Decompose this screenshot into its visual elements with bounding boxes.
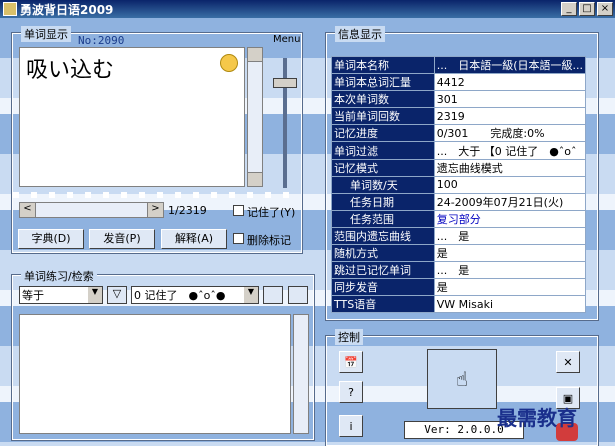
- info-value[interactable]: 4412: [433, 73, 587, 92]
- info-row: TTS语音 VW Misaki: [331, 295, 587, 314]
- info-key: 同步发音: [331, 278, 435, 297]
- info-value[interactable]: 24-2009年07月21日(火): [433, 192, 587, 211]
- practice-panel-title: 单词练习/检索: [21, 268, 97, 284]
- info-key: 单词本总词汇量: [331, 73, 435, 92]
- info-row: 单词数/天 100: [331, 175, 587, 194]
- watermark: 最需教育: [497, 406, 577, 430]
- info-value[interactable]: ... 是: [433, 226, 587, 246]
- info-key: 单词过滤: [331, 141, 435, 160]
- chevron-down-icon[interactable]: ▼: [88, 287, 102, 303]
- info-row: 单词过滤... 大于 【0 记住了 ●ˆoˆ: [331, 141, 587, 160]
- info-key: TTS语音: [331, 295, 435, 314]
- version-label: Ver: 2.0.0.0: [424, 423, 504, 436]
- info-icon[interactable]: i: [339, 415, 363, 437]
- info-value[interactable]: ... 日本語一級(日本語一級...: [433, 55, 587, 75]
- remembered-label: 记住了(Y): [247, 206, 296, 219]
- speak-button[interactable]: 发音(P): [89, 229, 155, 249]
- chevron-down-icon[interactable]: ▼: [244, 287, 258, 303]
- app-icon: [3, 2, 17, 16]
- info-value[interactable]: 是: [433, 278, 587, 297]
- speed-slider-thumb[interactable]: [273, 78, 297, 88]
- scroll-up-arrow-icon[interactable]: [248, 48, 262, 62]
- info-key: 跳过已记忆单词: [331, 261, 435, 280]
- practice-panel: 单词练习/检索 等于 ▼ ▽ 0 记住了 ●ˆoˆ● ▼: [11, 268, 315, 441]
- info-row: 任务日期 24-2009年07月21日(火): [331, 192, 587, 211]
- info-row: 任务范围 复习部分: [331, 209, 587, 228]
- scroll-left-arrow-icon[interactable]: <: [20, 203, 36, 217]
- info-row: 记忆进度 0/301 完成度:0%: [331, 124, 587, 143]
- hand-cursor-area[interactable]: ☝: [427, 349, 497, 409]
- info-panel-title: 信息显示: [335, 26, 385, 42]
- info-key: 单词本名称: [331, 55, 435, 75]
- info-row: 跳过已记忆单词... 是: [331, 261, 587, 280]
- info-row: 单词本名称... 日本語一級(日本語一級...: [331, 55, 587, 75]
- smiley-icon: [220, 54, 238, 72]
- info-key: 范围内遗忘曲线: [331, 226, 435, 246]
- info-value[interactable]: VW Misaki: [433, 295, 587, 314]
- close-button[interactable]: ×: [597, 2, 613, 16]
- window-title: 勇波背日语2009: [20, 2, 114, 17]
- practice-list[interactable]: [19, 314, 291, 434]
- info-value[interactable]: 0/301 完成度:0%: [433, 124, 587, 143]
- info-table: 单词本名称... 日本語一級(日本語一級... 单词本总词汇量 4412 本次单词数 3…: [331, 55, 587, 314]
- filter-mode-select[interactable]: 等于 ▼: [19, 286, 103, 304]
- word-display-panel: 单词显示 No:2090 吸い込む Menu < > 1/2319 记住了(Y): [11, 26, 303, 254]
- client-area: 单词显示 No:2090 吸い込む Menu < > 1/2319 记住了(Y): [0, 18, 615, 446]
- info-value[interactable]: ... 是: [433, 261, 587, 280]
- info-value[interactable]: 复习部分: [433, 209, 587, 228]
- info-key: 任务日期: [331, 192, 435, 211]
- title-bar[interactable]: 勇波背日语2009 _ □ ×: [0, 0, 615, 18]
- position-counter: 1/2319: [168, 204, 207, 217]
- delete-mark-checkbox[interactable]: [233, 233, 244, 244]
- filter-value: 0 记住了 ●ˆoˆ●: [134, 289, 226, 302]
- minimize-button[interactable]: _: [561, 2, 577, 16]
- tools-icon[interactable]: ✕: [556, 351, 580, 373]
- info-key: 当前单词回数: [331, 107, 435, 126]
- info-value[interactable]: 100: [433, 175, 587, 194]
- delete-mark-label: 删除标记: [247, 234, 291, 247]
- info-row: 随机方式是: [331, 244, 587, 263]
- remembered-checkbox[interactable]: [233, 205, 244, 216]
- info-value[interactable]: 遗忘曲线模式: [433, 158, 587, 177]
- filter-icon[interactable]: ▽: [107, 286, 127, 304]
- calendar-icon[interactable]: 📅: [339, 351, 363, 373]
- info-row: 当前单词回数 2319: [331, 107, 587, 126]
- scroll-down-arrow-icon[interactable]: [248, 172, 262, 186]
- menu-label: Menu: [273, 34, 301, 45]
- info-row: 范围内遗忘曲线... 是: [331, 226, 587, 246]
- speed-slider[interactable]: [273, 58, 297, 188]
- control-panel-title: 控制: [335, 329, 363, 345]
- hand-icon: ☝: [455, 367, 469, 391]
- info-row: 本次单词数 301: [331, 90, 587, 109]
- dict-button[interactable]: 字典(D): [18, 229, 84, 249]
- export-icon[interactable]: [288, 286, 308, 304]
- info-value[interactable]: 2319: [433, 107, 587, 126]
- word-panel-title: 单词显示: [21, 26, 71, 42]
- info-key: 记忆模式: [331, 158, 435, 177]
- filter-value-select[interactable]: 0 记住了 ●ˆoˆ● ▼: [131, 286, 259, 304]
- practice-scrollbar[interactable]: [293, 314, 309, 434]
- word-number: No:2090: [78, 34, 125, 47]
- maximize-button[interactable]: □: [579, 2, 595, 16]
- info-value[interactable]: 是: [433, 244, 587, 263]
- info-key: 任务范围: [331, 209, 435, 228]
- info-row: 同步发音是: [331, 278, 587, 297]
- info-value[interactable]: ... 大于 【0 记住了 ●ˆoˆ: [433, 141, 587, 160]
- info-row: 单词本总词汇量 4412: [331, 73, 587, 92]
- word-scrollbar[interactable]: [247, 47, 263, 187]
- word-display-box: 吸い込む: [19, 47, 245, 187]
- current-word: 吸い込む: [26, 58, 115, 83]
- info-key: 随机方式: [331, 244, 435, 263]
- explain-button[interactable]: 解释(A): [161, 229, 227, 249]
- info-value[interactable]: 301: [433, 90, 587, 109]
- info-key: 本次单词数: [331, 90, 435, 109]
- filter-mode-value: 等于: [22, 289, 44, 302]
- scroll-right-arrow-icon[interactable]: >: [147, 203, 163, 217]
- info-key: 记忆进度: [331, 124, 435, 143]
- search-icon[interactable]: [263, 286, 283, 304]
- help-icon[interactable]: ?: [339, 381, 363, 403]
- info-key: 单词数/天: [331, 175, 435, 194]
- info-row: 记忆模式 遗忘曲线模式: [331, 158, 587, 177]
- position-scrollbar[interactable]: < >: [19, 202, 164, 218]
